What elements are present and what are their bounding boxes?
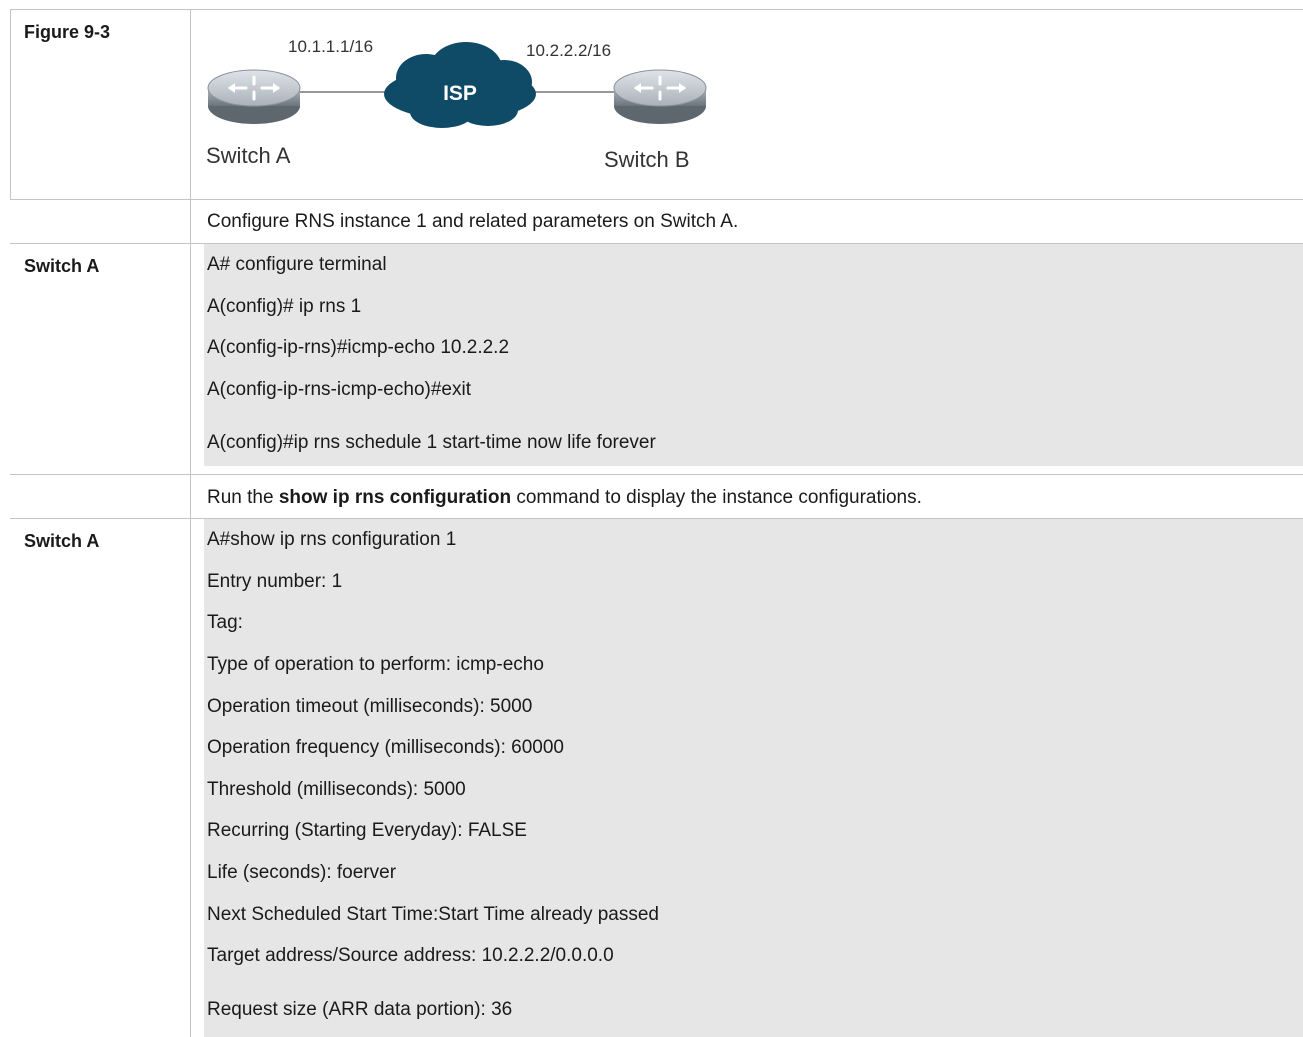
command-line: A(config)#ip rns schedule 1 start-time n… bbox=[207, 432, 656, 453]
output-line: Next Scheduled Start Time:Start Time alr… bbox=[207, 904, 659, 925]
output-line: Life (seconds): foerver bbox=[207, 862, 397, 883]
switch-b-label: Switch B bbox=[604, 147, 690, 172]
topology-svg: ISP 10.1.1.1/16 10.2.2.2/16 Switch A Swi… bbox=[206, 37, 707, 172]
step1-description: Configure RNS instance 1 and related par… bbox=[207, 211, 739, 232]
table-row-divider bbox=[10, 474, 1303, 475]
ip-label-left: 10.1.1.1/16 bbox=[288, 37, 373, 56]
command-line: A(config-ip-rns-icmp-echo)#exit bbox=[207, 379, 471, 400]
step2-desc-before: Run the bbox=[207, 487, 279, 508]
isp-label: ISP bbox=[443, 82, 477, 105]
table-column-divider bbox=[190, 9, 191, 1037]
output-line: Entry number: 1 bbox=[207, 571, 343, 592]
ip-label-right: 10.2.2.2/16 bbox=[526, 41, 611, 60]
output-line: Recurring (Starting Everyday): FALSE bbox=[207, 820, 527, 841]
switch-a-label: Switch A bbox=[206, 143, 291, 168]
command-line: A(config-ip-rns)#icmp-echo 10.2.2.2 bbox=[207, 337, 510, 358]
command-line: A# configure terminal bbox=[207, 254, 387, 275]
output-line: Operation timeout (milliseconds): 5000 bbox=[207, 696, 533, 717]
network-topology-diagram: ISP 10.1.1.1/16 10.2.2.2/16 Switch A Swi… bbox=[198, 22, 718, 194]
output-line: Type of operation to perform: icmp-echo bbox=[207, 654, 544, 675]
document-page: Figure 9-3 ISP 10.1.1.1/16 10.2.2.2/16 S… bbox=[0, 0, 1303, 1037]
output-line: Tag: bbox=[207, 612, 243, 633]
router-icon-switch-a bbox=[207, 69, 301, 124]
step2-device-label: Switch A bbox=[24, 531, 100, 551]
output-line: Threshold (milliseconds): 5000 bbox=[207, 779, 466, 800]
table-row-divider bbox=[10, 199, 1303, 200]
table-border-left bbox=[10, 9, 11, 200]
command-line: A(config)# ip rns 1 bbox=[207, 296, 362, 317]
output-line: Operation frequency (milliseconds): 6000… bbox=[207, 737, 564, 758]
step2-desc-after: command to display the instance configur… bbox=[511, 487, 922, 508]
figure-label: Figure 9-3 bbox=[24, 22, 111, 42]
step2-desc-command: show ip rns configuration bbox=[278, 487, 512, 508]
output-line: Target address/Source address: 10.2.2.2/… bbox=[207, 945, 614, 966]
output-line: A#show ip rns configuration 1 bbox=[207, 529, 457, 550]
step1-device-label: Switch A bbox=[24, 256, 100, 276]
step2-description: Run the show ip rns configuration comman… bbox=[207, 487, 922, 509]
table-border-top bbox=[10, 9, 1303, 10]
output-line: Request size (ARR data portion): 36 bbox=[207, 999, 513, 1020]
router-icon-switch-b bbox=[613, 69, 707, 124]
